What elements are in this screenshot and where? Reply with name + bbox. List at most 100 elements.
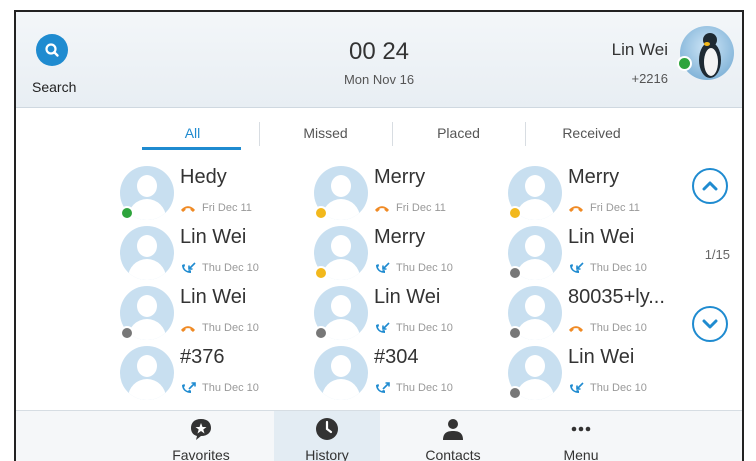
presence-indicator xyxy=(314,326,328,340)
call-date: Thu Dec 10 xyxy=(396,382,453,394)
header-bar: Search 00 24 Mon Nov 16 Lin Wei +2216 xyxy=(16,12,742,108)
contact-name: Lin Wei xyxy=(180,286,247,308)
contact-name: 80035+ly... xyxy=(568,286,665,308)
call-meta: Thu Dec 10 xyxy=(374,262,453,274)
call-meta: Thu Dec 10 xyxy=(568,382,647,394)
page-up-button[interactable] xyxy=(692,168,728,204)
history-item[interactable]: Lin Wei Thu Dec 10 xyxy=(314,284,504,344)
bottom-navigation: Favorites History Contacts Menu xyxy=(16,410,742,461)
missed-call-icon xyxy=(569,206,583,212)
contact-name: #376 xyxy=(180,346,225,368)
history-item[interactable]: #304 Thu Dec 10 xyxy=(314,344,504,404)
missed-call-icon xyxy=(181,206,195,212)
phone-screen: Search 00 24 Mon Nov 16 Lin Wei +2216 Al… xyxy=(14,10,744,461)
presence-indicator xyxy=(120,326,134,340)
history-item[interactable]: Lin Wei Thu Dec 10 xyxy=(508,344,698,404)
received-call-icon xyxy=(182,262,196,273)
call-date: Thu Dec 10 xyxy=(202,262,259,274)
call-date: Fri Dec 11 xyxy=(590,202,640,214)
nav-menu[interactable]: Menu xyxy=(528,411,634,461)
call-meta: Thu Dec 10 xyxy=(180,322,259,334)
received-call-icon xyxy=(376,322,390,333)
history-item[interactable]: #376 Thu Dec 10 xyxy=(120,344,310,404)
page-down-button[interactable] xyxy=(692,306,728,342)
call-date: Thu Dec 10 xyxy=(202,382,259,394)
presence-indicator xyxy=(314,266,328,280)
call-meta: Fri Dec 11 xyxy=(568,202,640,214)
call-meta: Fri Dec 11 xyxy=(180,202,252,214)
received-call-icon xyxy=(570,382,584,393)
chevron-down-icon xyxy=(702,319,718,329)
nav-contacts-label: Contacts xyxy=(425,447,481,461)
call-meta: Thu Dec 10 xyxy=(374,382,453,394)
contact-name: Merry xyxy=(568,166,620,188)
contact-avatar xyxy=(120,226,174,280)
history-item[interactable]: Merry Fri Dec 11 xyxy=(314,164,504,224)
nav-history-label: History xyxy=(305,447,349,461)
missed-call-icon xyxy=(181,326,195,332)
contact-avatar xyxy=(314,346,368,400)
page-indicator: 1/15 xyxy=(704,247,730,262)
presence-indicator xyxy=(508,206,522,220)
contact-name: Hedy xyxy=(180,166,227,188)
favorites-icon xyxy=(191,419,211,440)
nav-menu-label: Menu xyxy=(563,447,599,461)
account-name: Lin Wei xyxy=(611,40,668,59)
contact-name: Merry xyxy=(374,166,426,188)
chevron-up-icon xyxy=(702,181,718,191)
more-dots-icon xyxy=(571,426,591,432)
call-date: Fri Dec 11 xyxy=(202,202,252,214)
contact-name: Merry xyxy=(374,226,426,248)
presence-indicator xyxy=(508,326,522,340)
call-meta: Thu Dec 10 xyxy=(568,322,647,334)
presence-indicator xyxy=(120,206,134,220)
contact-name: Lin Wei xyxy=(374,286,441,308)
missed-call-icon xyxy=(569,326,583,332)
placed-call-icon xyxy=(376,382,390,393)
placed-call-icon xyxy=(182,382,196,393)
tab-all[interactable]: All xyxy=(126,122,259,156)
call-meta: Thu Dec 10 xyxy=(180,262,259,274)
missed-call-icon xyxy=(375,206,389,212)
history-item[interactable]: Merry Fri Dec 11 xyxy=(508,164,698,224)
penguin-icon xyxy=(699,33,721,78)
nav-favorites[interactable]: Favorites xyxy=(148,411,254,461)
call-date: Thu Dec 10 xyxy=(590,262,647,274)
contact-name: #304 xyxy=(374,346,419,368)
nav-favorites-label: Favorites xyxy=(172,447,230,461)
account-avatar[interactable] xyxy=(680,26,734,80)
history-filter-tabs: All Missed Placed Received xyxy=(126,122,658,156)
call-meta: Fri Dec 11 xyxy=(374,202,446,214)
call-meta: Thu Dec 10 xyxy=(374,322,453,334)
history-item[interactable]: Merry Thu Dec 10 xyxy=(314,224,504,284)
history-item[interactable]: Lin Wei Thu Dec 10 xyxy=(508,224,698,284)
tab-received[interactable]: Received xyxy=(525,122,658,156)
call-meta: Thu Dec 10 xyxy=(568,262,647,274)
call-history-list: Hedy Fri Dec 11 Merry Fri Dec 11 Merry Fri De… xyxy=(120,164,700,406)
presence-indicator xyxy=(508,386,522,400)
contact-name: Lin Wei xyxy=(568,346,635,368)
call-date: Thu Dec 10 xyxy=(590,322,647,334)
call-date: Thu Dec 10 xyxy=(396,322,453,334)
tab-placed[interactable]: Placed xyxy=(392,122,525,156)
nav-contacts[interactable]: Contacts xyxy=(400,411,506,461)
received-call-icon xyxy=(376,262,390,273)
history-item[interactable]: Lin Wei Thu Dec 10 xyxy=(120,284,310,344)
history-item[interactable]: Hedy Fri Dec 11 xyxy=(120,164,310,224)
contact-avatar xyxy=(120,346,174,400)
contacts-icon xyxy=(443,419,463,440)
presence-indicator xyxy=(508,266,522,280)
call-date: Thu Dec 10 xyxy=(590,382,647,394)
tab-missed[interactable]: Missed xyxy=(259,122,392,156)
presence-indicator xyxy=(314,206,328,220)
account-presence-indicator xyxy=(677,56,692,71)
call-date: Thu Dec 10 xyxy=(396,262,453,274)
history-item[interactable]: Lin Wei Thu Dec 10 xyxy=(120,224,310,284)
history-item[interactable]: 80035+ly... Thu Dec 10 xyxy=(508,284,698,344)
nav-history[interactable]: History xyxy=(274,411,380,461)
call-meta: Thu Dec 10 xyxy=(180,382,259,394)
account-extension: +2216 xyxy=(631,71,668,86)
received-call-icon xyxy=(570,262,584,273)
contact-name: Lin Wei xyxy=(568,226,635,248)
call-date: Thu Dec 10 xyxy=(202,322,259,334)
